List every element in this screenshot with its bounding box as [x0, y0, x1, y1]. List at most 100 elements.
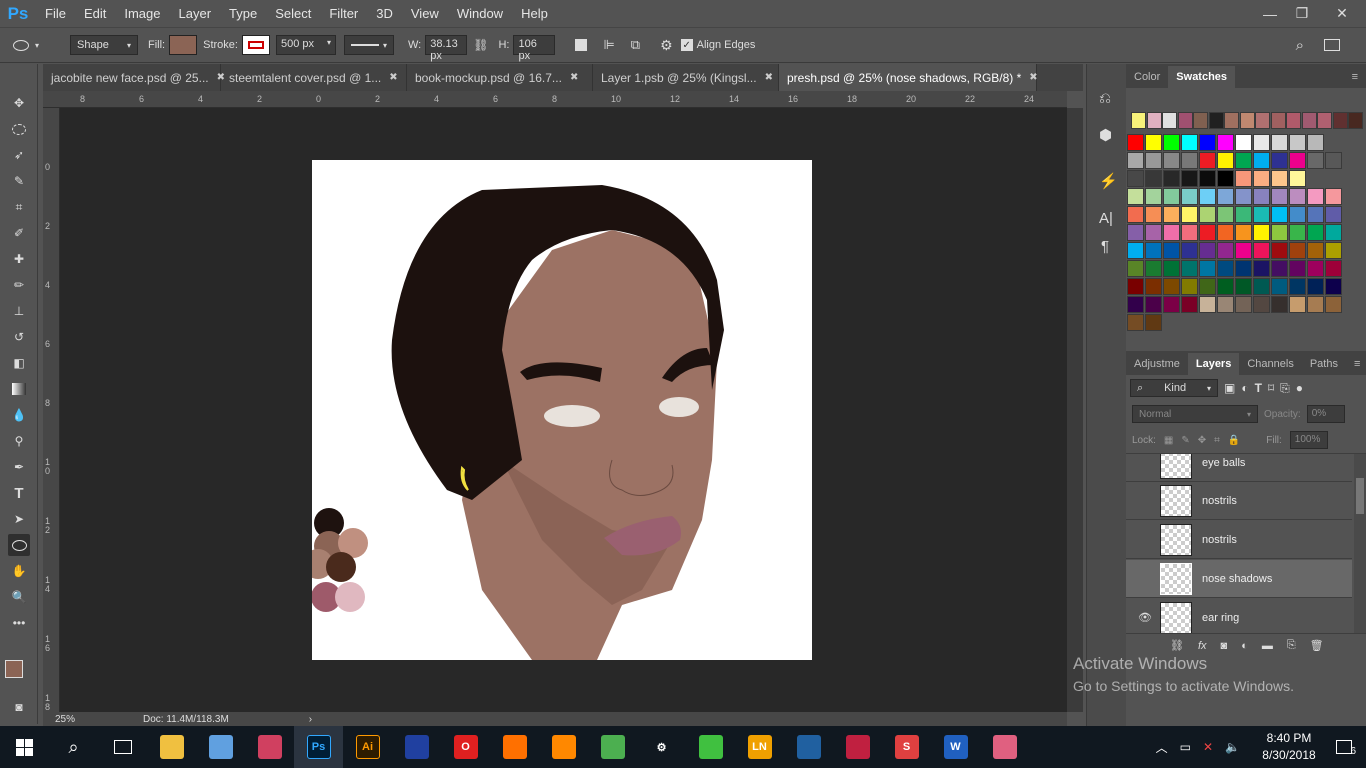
color-swatch[interactable]	[1289, 242, 1306, 259]
healing-brush-tool-icon[interactable]: ✚	[8, 248, 30, 270]
color-swatch[interactable]	[1325, 188, 1342, 205]
color-swatch[interactable]	[1127, 224, 1144, 241]
menu-select[interactable]: Select	[266, 6, 320, 21]
tool-preset-picker[interactable]: ▾	[0, 39, 52, 51]
3d-panel-icon[interactable]: ⬢	[1099, 126, 1112, 144]
color-swatch[interactable]	[1235, 206, 1252, 223]
color-swatch[interactable]	[1127, 206, 1144, 223]
recent-swatch[interactable]	[1317, 112, 1332, 129]
dodge-tool-icon[interactable]: ⚲	[8, 430, 30, 452]
color-swatch[interactable]	[1181, 152, 1198, 169]
opacity-field[interactable]: 0%	[1306, 405, 1345, 423]
zoom-tool-icon[interactable]: 🔍	[8, 586, 30, 608]
lasso-tool-icon[interactable]: ➶	[8, 144, 30, 166]
hand-tool-icon[interactable]: ✋	[8, 560, 30, 582]
zoom-level[interactable]: 25%	[55, 714, 125, 725]
brush-tool-icon[interactable]: ✏	[8, 274, 30, 296]
blur-tool-icon[interactable]: 💧	[8, 404, 30, 426]
color-swatch[interactable]	[1235, 170, 1252, 187]
color-swatch[interactable]	[1217, 152, 1234, 169]
eyedropper-tool-icon[interactable]: ✐	[8, 222, 30, 244]
type-tool-icon[interactable]: T	[8, 482, 30, 504]
color-swatch[interactable]	[1271, 206, 1288, 223]
adjustment-layer-icon[interactable]: ◐	[1241, 640, 1248, 652]
color-swatch[interactable]	[1307, 134, 1324, 151]
color-swatch[interactable]	[1235, 278, 1252, 295]
visibility-toggle[interactable]	[1134, 456, 1156, 470]
document-canvas[interactable]	[312, 160, 812, 660]
width-field[interactable]: 38.13 px	[425, 35, 468, 62]
path-operations-icon[interactable]	[575, 39, 588, 51]
color-swatch[interactable]	[1217, 188, 1234, 205]
menu-image[interactable]: Image	[115, 6, 169, 21]
taskbar-app-media[interactable]	[392, 726, 441, 768]
color-swatch[interactable]	[1199, 242, 1216, 259]
taskbar-app-illustrator[interactable]: Ai	[343, 726, 392, 768]
lock-position-icon[interactable]: ✥	[1198, 435, 1206, 446]
recent-swatch[interactable]	[1177, 112, 1193, 129]
color-swatch[interactable]	[1181, 260, 1198, 277]
layer-style-icon[interactable]: fx	[1198, 640, 1207, 652]
color-swatch[interactable]	[1163, 134, 1180, 151]
color-swatch[interactable]	[1253, 296, 1270, 313]
recent-swatch[interactable]	[1332, 112, 1348, 129]
fill-field[interactable]: 100%	[1289, 431, 1328, 449]
notifications-button[interactable]: 6	[1322, 740, 1366, 757]
color-swatch[interactable]	[1145, 242, 1162, 259]
shape-filter-icon[interactable]: ⌑	[1268, 381, 1274, 395]
panel-menu-icon[interactable]: ≡	[1344, 66, 1366, 88]
color-swatch[interactable]	[1127, 152, 1144, 169]
menu-layer[interactable]: Layer	[170, 6, 221, 21]
visibility-toggle[interactable]	[1134, 572, 1156, 586]
quick-select-tool-icon[interactable]: ✎	[8, 170, 30, 192]
color-swatch[interactable]	[1325, 206, 1342, 223]
recent-swatch[interactable]	[1193, 112, 1208, 129]
color-swatch[interactable]	[1271, 242, 1288, 259]
color-swatch[interactable]	[1325, 152, 1342, 169]
color-swatch[interactable]	[1235, 224, 1252, 241]
path-arrangement-icon[interactable]: ⧉	[631, 37, 640, 53]
lock-all-icon[interactable]: 🔒	[1228, 435, 1240, 446]
color-swatch[interactable]	[1325, 296, 1342, 313]
layer-row-selected[interactable]: nose shadows	[1126, 560, 1352, 598]
taskbar-app-video[interactable]	[833, 726, 882, 768]
color-swatch[interactable]	[1181, 188, 1198, 205]
tab-document[interactable]: jacobite new face.psd @ 25... ✖	[43, 64, 225, 91]
vertical-scrollbar[interactable]	[1067, 108, 1083, 712]
taskbar-app-photoshop[interactable]: Ps	[294, 726, 343, 768]
color-swatch[interactable]	[1127, 260, 1144, 277]
color-swatch[interactable]	[1307, 278, 1324, 295]
color-swatch[interactable]	[1253, 134, 1270, 151]
taskbar-app-opera[interactable]: O	[441, 726, 490, 768]
color-swatch[interactable]	[1289, 188, 1306, 205]
recent-swatch[interactable]	[1270, 112, 1286, 129]
color-swatch[interactable]	[1235, 296, 1252, 313]
color-swatch[interactable]	[1307, 242, 1324, 259]
color-swatch[interactable]	[1307, 224, 1324, 241]
layer-kind-filter[interactable]: ⌕ Kind ▾	[1130, 379, 1218, 397]
color-swatch[interactable]	[1163, 152, 1180, 169]
recent-swatch[interactable]	[1255, 112, 1270, 129]
chevron-right-icon[interactable]: ›	[309, 714, 312, 725]
layers-scrollbar[interactable]	[1354, 454, 1366, 633]
search-button[interactable]: ⌕	[49, 726, 98, 768]
recent-swatch[interactable]	[1301, 112, 1317, 129]
color-swatch[interactable]	[1199, 188, 1216, 205]
recent-swatch[interactable]	[1162, 112, 1177, 129]
color-swatch[interactable]	[1163, 296, 1180, 313]
color-swatch[interactable]	[1307, 206, 1324, 223]
color-swatch[interactable]	[1199, 296, 1216, 313]
color-swatch[interactable]	[1253, 242, 1270, 259]
clock[interactable]: 8:40 PM 8/30/2018	[1256, 730, 1322, 764]
color-swatch[interactable]	[1127, 134, 1144, 151]
recent-swatch[interactable]	[1146, 112, 1162, 129]
color-swatch[interactable]	[1145, 296, 1162, 313]
menu-help[interactable]: Help	[512, 6, 557, 21]
color-swatch[interactable]	[1181, 278, 1198, 295]
chevron-up-icon[interactable]: ︿	[1156, 739, 1168, 756]
height-field[interactable]: 106 px	[513, 35, 556, 62]
menu-view[interactable]: View	[402, 6, 448, 21]
ellipse-tool-icon[interactable]	[8, 534, 30, 556]
menu-3d[interactable]: 3D	[367, 6, 402, 21]
volume-icon[interactable]: 🔈	[1225, 740, 1240, 754]
